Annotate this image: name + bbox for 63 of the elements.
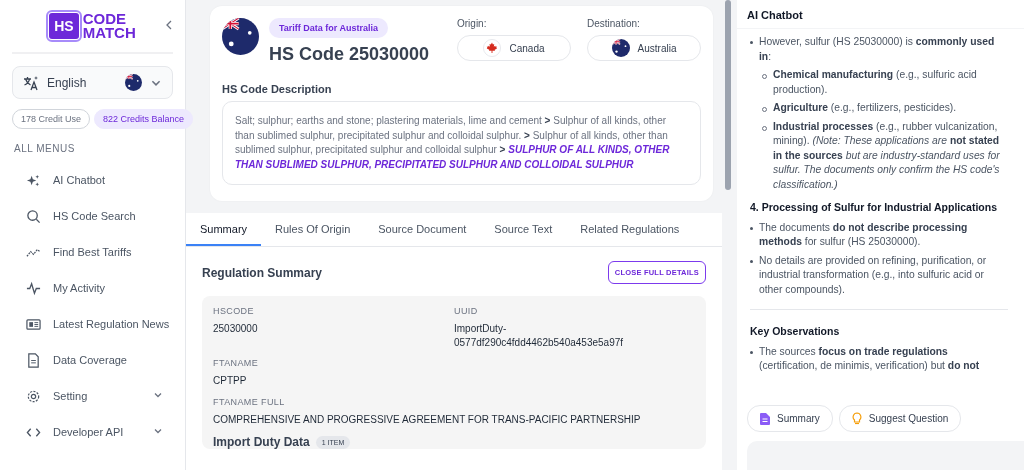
suggest-question-button[interactable]: Suggest Question: [838, 405, 962, 433]
menu-item[interactable]: Setting: [12, 378, 173, 414]
flag-icon: [611, 39, 630, 57]
chevron-down-icon[interactable]: [153, 390, 163, 400]
chat-message-text: However, sulfur (HS 25030000) is commonly used in:: [759, 35, 996, 64]
newspaper-icon: [26, 316, 41, 332]
sparkles-icon: [26, 172, 41, 188]
search-icon: [26, 208, 41, 224]
hs-code-description: Salt; sulphur; earths and stone; plastering materials, lime and cement > Sulphur of all kinds, other than sublimed sulphur, precipitated sulphur and colloidal sulphur. > Sulphur of all kinds, other than sublimed sulphur, precipitated sulphur and colloidal sulphur > SULPHUR OF ALL KINDS, OTHER THAN SUBLIMED SULPHUR, PRECIPITATED SULPHUR AND COLLOIDAL SULPHUR: [222, 101, 701, 185]
tab[interactable]: Related Regulations: [566, 213, 694, 246]
tariff-badge: Tariff Data for Australia: [269, 18, 389, 38]
menu-section-title: ALL MENUS: [14, 143, 76, 154]
origin-label: Origin:: [457, 18, 488, 29]
tab[interactable]: Source Text: [480, 213, 567, 246]
field-value: 25030000: [213, 322, 259, 336]
chat-message-text: The sources focus on trade regulations (certification, de minimis, verification) but do not: [759, 344, 981, 373]
chat-heading: 4. Processing of Sulfur for Industrial Applications: [750, 200, 998, 215]
document-icon: [26, 352, 41, 368]
lightbulb-icon: [851, 412, 862, 426]
menu-item[interactable]: Developer API: [12, 414, 173, 450]
menu-item[interactable]: Find Best Tariffs: [12, 234, 173, 270]
chat-message-text: Agriculture (e.g., fertilizers, pesticides).: [773, 101, 957, 115]
flag-icon: [222, 18, 259, 55]
tab[interactable]: Rules Of Origin: [261, 213, 365, 246]
logo-badge: HS: [49, 13, 79, 39]
chat-message-text: No details are provided on refining, purification, or industrial transformation (e.g., into sulfuric acid or other compounds).: [759, 253, 988, 297]
language-selector[interactable]: English: [12, 66, 173, 99]
field-value: CPTPP: [213, 374, 248, 388]
tab[interactable]: Source Document: [364, 213, 481, 246]
tab[interactable]: Summary: [186, 213, 262, 246]
destination-label: Destination:: [587, 18, 641, 29]
flag-icon: [125, 74, 142, 91]
chat-heading: Key Observations: [750, 324, 841, 339]
document-icon: [760, 412, 770, 425]
menu-item[interactable]: My Activity: [12, 270, 173, 306]
summary-button[interactable]: Summary: [747, 405, 833, 433]
field-label: HSCODE: [213, 306, 255, 316]
menu-item[interactable]: Data Coverage: [12, 342, 173, 378]
settings-icon: [26, 388, 41, 404]
menu-item[interactable]: AI Chatbot: [12, 162, 173, 198]
flag-icon: [483, 39, 502, 57]
chat-message-text: The documents do not describe processing methods for sulfur (HS 25030000).: [759, 220, 969, 249]
field-value: ImportDuty-0577df290c4fdd4462b540a453e5a97f: [454, 322, 625, 349]
collapse-icon[interactable]: [165, 20, 173, 30]
hs-code-title: HS Code 25030000: [269, 44, 431, 65]
chat-message-text: Industrial processes (e.g., rubber vulcanization, mining). (Note: These applications are not stated in the sources but are industry-standard uses for sulfur. The documents only confirm the HS code's classification.): [773, 119, 1001, 192]
chat-title: AI Chatbot: [737, 0, 1024, 29]
translate-icon: [23, 74, 39, 91]
section-title: Regulation Summary: [202, 265, 323, 280]
menu-item[interactable]: HS Code Search: [12, 198, 173, 234]
import-duty-title: Import Duty Data: [213, 435, 310, 449]
field-label: FTANAME: [213, 358, 260, 368]
logo-text: CODE MATCH: [82, 12, 136, 40]
field-label: UUID: [454, 306, 479, 316]
field-label: FTANAME FULL: [213, 396, 286, 407]
field-value: COMPREHENSIVE AND PROGRESSIVE AGREEMENT FOR TRANS-PACIFIC PARTNERSHIP: [213, 412, 642, 426]
pulse-icon: [26, 280, 41, 296]
credit-balance-badge: 822 Credits Balance: [94, 109, 194, 129]
scrollbar-thumb[interactable]: [725, 0, 731, 190]
description-label: HS Code Description: [222, 83, 333, 95]
chevron-down-icon[interactable]: [153, 426, 163, 436]
chat-message-text: Chemical manufacturing (e.g., sulfuric acid production).: [773, 68, 978, 97]
menu-item[interactable]: Latest Regulation News: [12, 306, 173, 342]
